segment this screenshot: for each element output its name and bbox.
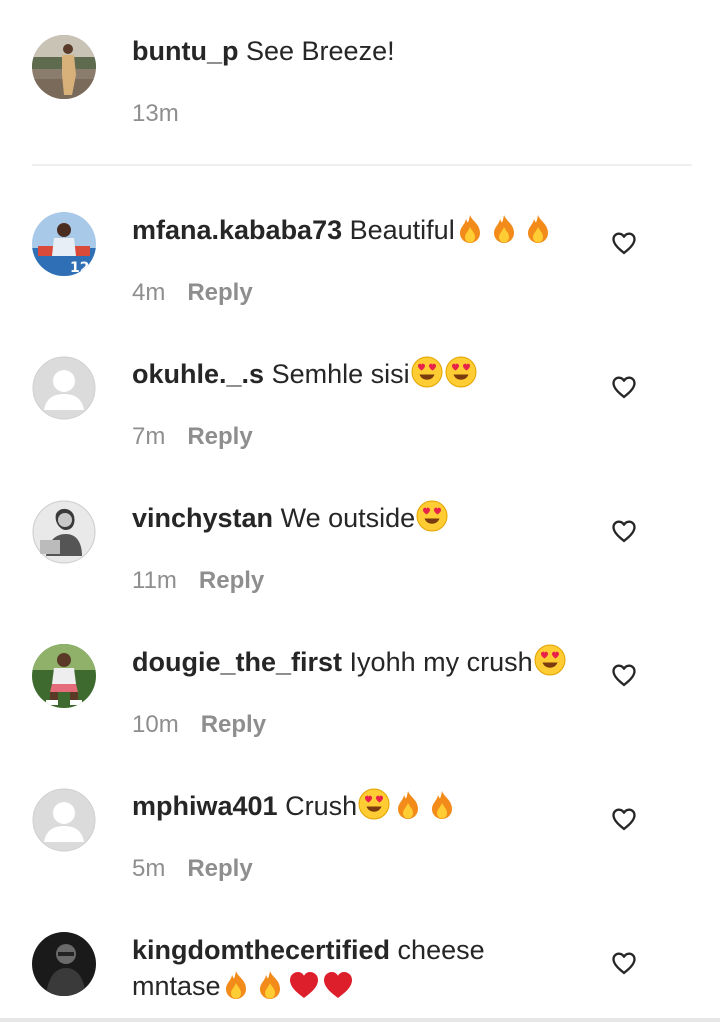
comment-text: Semhle sisi <box>271 359 410 389</box>
heart-outline-icon[interactable] <box>610 373 638 401</box>
reply-button[interactable]: Reply <box>199 567 264 594</box>
heart-outline-icon[interactable] <box>610 949 638 977</box>
reply-button[interactable]: Reply <box>187 855 252 882</box>
fire-icon <box>524 214 552 253</box>
comment-username[interactable]: mfana.kababa73 <box>132 215 342 245</box>
fire-icon <box>222 970 250 1009</box>
comment-username[interactable]: okuhle._.s <box>132 359 264 389</box>
comment-username[interactable]: dougie_the_first <box>132 647 342 677</box>
svg-text:12: 12 <box>70 260 89 276</box>
heart-eyes-icon <box>358 788 390 829</box>
avatar[interactable] <box>32 788 96 852</box>
comment-username[interactable]: mphiwa401 <box>132 791 278 821</box>
post-caption: buntu_p See Breeze! 13m <box>0 0 720 165</box>
reply-button[interactable]: Reply <box>187 279 252 306</box>
comment-item: 12 mfana.kababa73 Beautiful 4m Reply <box>0 176 720 320</box>
comment-text-line2: mntase <box>132 971 221 1001</box>
fire-icon <box>256 970 284 1009</box>
comment-username[interactable]: vinchystan <box>132 503 273 533</box>
comment-username[interactable]: kingdomthecertified <box>132 935 390 965</box>
comment-time: 10m <box>132 711 179 738</box>
red-heart-icon <box>322 970 354 1009</box>
fire-icon <box>490 214 518 253</box>
comment-body-line2: mntase <box>132 968 582 1009</box>
avatar[interactable] <box>32 356 96 420</box>
fire-icon <box>428 790 456 829</box>
comment-time: 7m <box>132 423 166 450</box>
comment-text: We outside <box>280 503 416 533</box>
comment-item: dougie_the_first Iyohh my crush 10m Reply <box>0 608 720 752</box>
comment-item: vinchystan We outside 11m Reply <box>0 464 720 608</box>
comment-item: mphiwa401 Crush 5m Reply <box>0 752 720 896</box>
comment-time: 5m <box>132 855 166 882</box>
red-heart-icon <box>288 970 320 1009</box>
avatar[interactable] <box>32 35 96 99</box>
comment-item: okuhle._.s Semhle sisi 7m Reply <box>0 320 720 464</box>
caption-text: See Breeze! <box>246 36 395 66</box>
heart-outline-icon[interactable] <box>610 805 638 833</box>
avatar[interactable] <box>32 500 96 564</box>
caption-username[interactable]: buntu_p <box>132 36 238 66</box>
scroll-edge <box>0 1018 720 1022</box>
caption-time: 13m <box>132 100 179 127</box>
avatar[interactable]: 12 <box>32 212 96 276</box>
avatar[interactable] <box>32 644 96 708</box>
comment-text: Iyohh my crush <box>349 647 533 677</box>
heart-eyes-icon <box>411 356 443 397</box>
heart-eyes-icon <box>416 500 448 541</box>
divider <box>32 164 692 166</box>
comment-body-line1: kingdomthecertified cheese <box>132 932 582 968</box>
fire-icon <box>394 790 422 829</box>
heart-eyes-icon <box>534 644 566 685</box>
comment-text: Beautiful <box>349 215 455 245</box>
comment-text-line1: cheese <box>397 935 485 965</box>
heart-outline-icon[interactable] <box>610 661 638 689</box>
comment-item: kingdomthecertified cheese mntase <box>0 896 720 1018</box>
fire-icon <box>456 214 484 253</box>
avatar[interactable] <box>32 932 96 996</box>
heart-outline-icon[interactable] <box>610 517 638 545</box>
comment-text: Crush <box>285 791 358 821</box>
comment-time: 4m <box>132 279 166 306</box>
reply-button[interactable]: Reply <box>187 423 252 450</box>
heart-eyes-icon <box>445 356 477 397</box>
heart-outline-icon[interactable] <box>610 229 638 257</box>
comment-time: 11m <box>132 567 177 594</box>
reply-button[interactable]: Reply <box>201 711 266 738</box>
